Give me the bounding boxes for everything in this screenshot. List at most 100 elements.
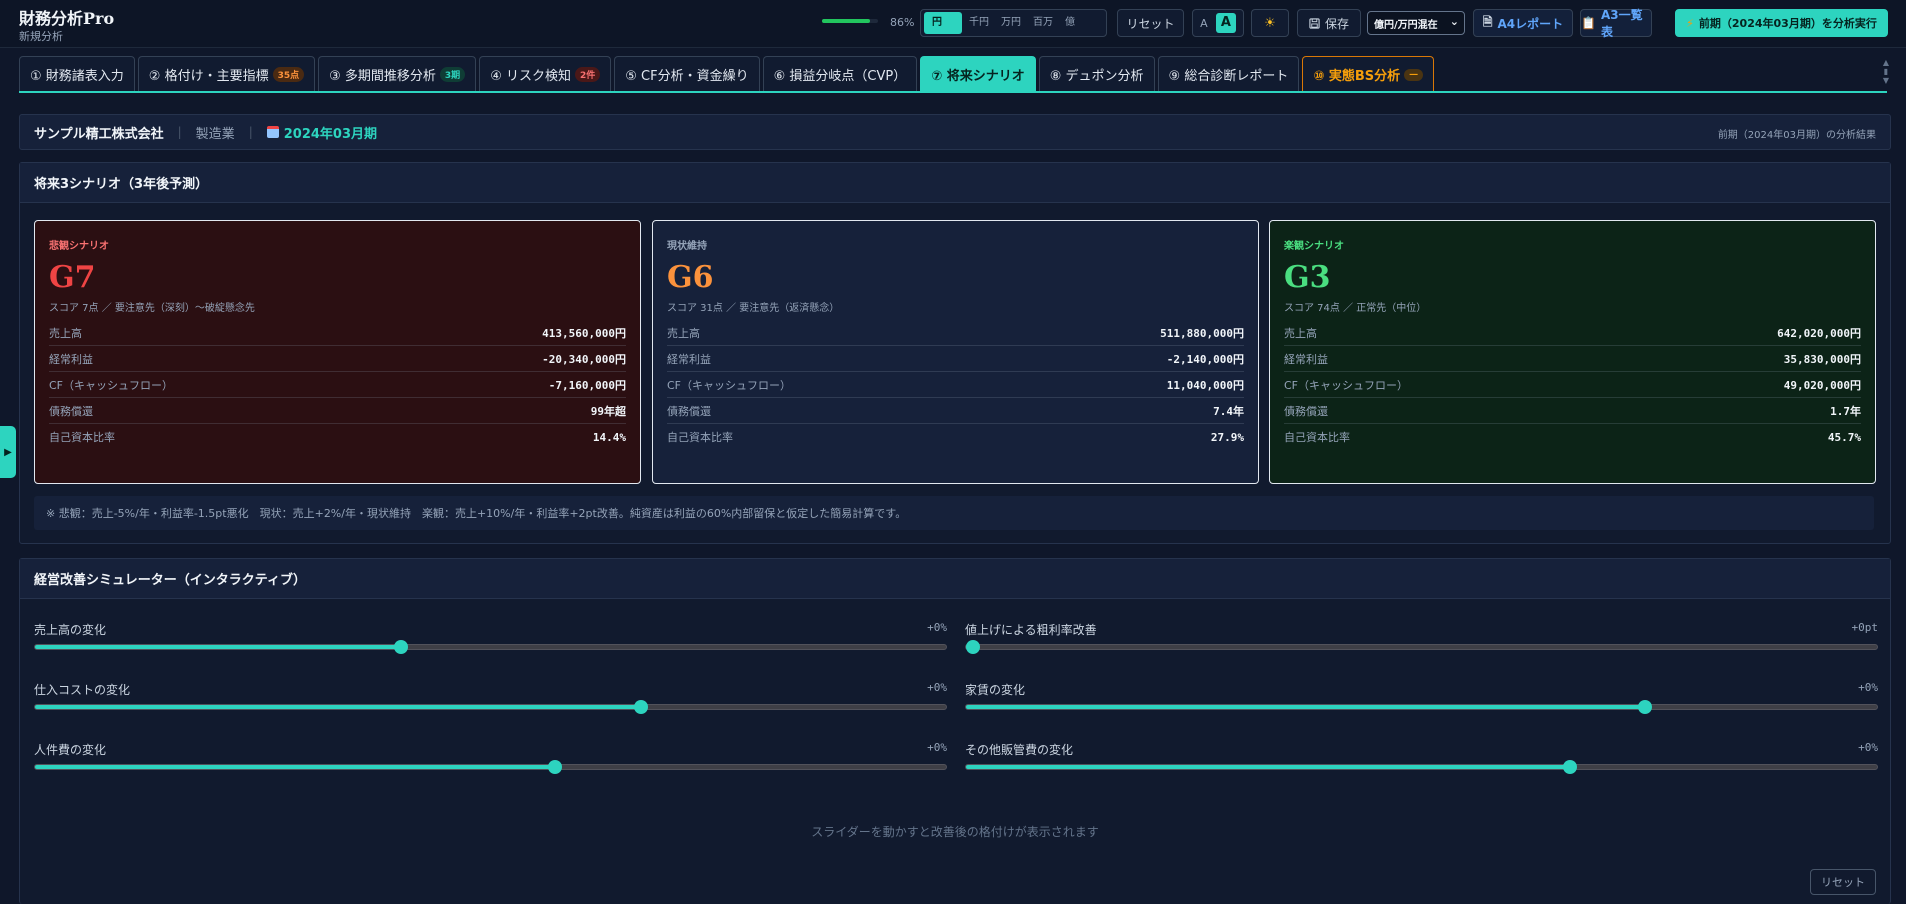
slider-thumb[interactable] bbox=[633, 700, 648, 714]
scenario-score: スコア 7点 ／ 要注意先（深刻）〜破綻懸念先 bbox=[49, 303, 255, 314]
metric-value: 49,020,000円 bbox=[1783, 378, 1861, 392]
scenario-grade: G3 bbox=[1284, 260, 1331, 295]
slider-track[interactable] bbox=[34, 760, 947, 774]
slider-track[interactable] bbox=[34, 640, 947, 654]
save-label: 保存 bbox=[1324, 16, 1349, 31]
unit-button-yen[interactable]: 円 bbox=[924, 12, 962, 34]
slider-label: 値上げによる粗利率改善 bbox=[965, 623, 1097, 637]
slider-thumb[interactable] bbox=[1637, 700, 1652, 714]
slider-thumb[interactable] bbox=[1562, 760, 1577, 774]
metric-value: -7,160,000円 bbox=[548, 378, 626, 392]
save-button[interactable]: 保存 bbox=[1297, 9, 1361, 37]
fiscal-period: 2024年03月期 bbox=[266, 123, 378, 142]
fiscal-period-label: 2024年03月期 bbox=[283, 126, 378, 142]
metric-value: 11,040,000円 bbox=[1166, 378, 1244, 392]
slider-fill bbox=[35, 705, 641, 709]
unit-button-ten-thousand[interactable]: 万円 bbox=[996, 12, 1026, 34]
theme-toggle-button[interactable]: ☀ bbox=[1251, 9, 1289, 37]
scenario-score: スコア 31点 ／ 要注意先（返済懸念） bbox=[667, 303, 840, 314]
font-size-toggle: A A bbox=[1192, 9, 1244, 37]
calendar-icon bbox=[266, 126, 279, 138]
slider-track[interactable] bbox=[965, 760, 1878, 774]
slider-track[interactable] bbox=[965, 700, 1878, 714]
tab-dupont[interactable]: ⑧ デュポン分析 bbox=[1038, 56, 1155, 92]
tab-scroll-handle[interactable]: ▲ ▮ ▼ bbox=[1882, 58, 1890, 86]
slider-track[interactable] bbox=[34, 700, 947, 714]
slider-thumb[interactable] bbox=[394, 640, 409, 654]
a3-table-button[interactable]: 📋 A3一覧表 bbox=[1580, 8, 1652, 39]
scenario-card-optimistic: 楽観シナリオ G3 スコア 74点 ／ 正常先（中位） 売上高 642,020,0… bbox=[1269, 220, 1876, 484]
metric-value: 642,020,000円 bbox=[1777, 326, 1861, 340]
metric-label: 売上高 bbox=[49, 326, 82, 340]
tab-label: ④ リスク検知 bbox=[490, 69, 571, 84]
slider-value: +0% bbox=[927, 741, 947, 754]
sidebar-toggle-button[interactable]: ▶ bbox=[0, 426, 16, 478]
tab-label: ② 格付け・主要指標 bbox=[148, 69, 269, 84]
divider: | bbox=[248, 125, 253, 139]
tab-breakeven[interactable]: ⑥ 損益分岐点（CVP） bbox=[762, 56, 918, 92]
company-bar: サンプル精工株式会社 | 製造業 | 2024年03月期 前期（2024年03月… bbox=[19, 114, 1891, 150]
unit-select-value: 億円/万円混在 bbox=[1374, 19, 1438, 31]
tab-risk[interactable]: ④ リスク検知 2件 bbox=[479, 56, 612, 92]
tab-financial-input[interactable]: ① 財務諸表入力 bbox=[19, 56, 135, 92]
tab-future-scenario[interactable]: ⑦ 将来シナリオ bbox=[920, 56, 1036, 92]
metric-row: CF（キャッシュフロー） 11,040,000円 bbox=[667, 372, 1244, 398]
scenario-score: スコア 74点 ／ 正常先（中位） bbox=[1284, 303, 1427, 314]
slider-label: その他販管費の変化 bbox=[965, 743, 1074, 757]
slider-thumb[interactable] bbox=[966, 640, 980, 654]
metric-value: 7.4年 bbox=[1213, 404, 1244, 418]
slider-purchase-cost: 仕入コストの変化 +0% bbox=[34, 681, 947, 721]
metric-row: 売上高 413,560,000円 bbox=[49, 320, 626, 346]
progress-text: 86% bbox=[890, 16, 915, 29]
slider-track[interactable] bbox=[965, 640, 1878, 654]
play-icon: ▶ bbox=[4, 446, 12, 458]
metric-row: 売上高 642,020,000円 bbox=[1284, 320, 1861, 346]
tab-label: ① 財務諸表入力 bbox=[30, 69, 124, 84]
font-small-button[interactable]: A bbox=[1200, 17, 1208, 30]
metric-value: 1.7年 bbox=[1830, 404, 1861, 418]
run-analysis-button[interactable]: ⚡ 前期（2024年03月期）を分析実行 bbox=[1675, 9, 1888, 37]
scenario-label: 楽観シナリオ bbox=[1284, 241, 1344, 252]
metric-row: 自己資本比率 14.4% bbox=[49, 424, 626, 450]
metric-row: 売上高 511,880,000円 bbox=[667, 320, 1244, 346]
a4-report-button[interactable]: 🗎 A4レポート bbox=[1473, 9, 1573, 37]
unit-display-select[interactable]: 億円/万円混在 ⌄ bbox=[1367, 11, 1465, 35]
unit-button-million[interactable]: 百万 bbox=[1028, 12, 1058, 34]
metric-row: CF（キャッシュフロー） 49,020,000円 bbox=[1284, 372, 1861, 398]
metric-row: 経常利益 -20,340,000円 bbox=[49, 346, 626, 372]
tab-bar: ① 財務諸表入力 ② 格付け・主要指標 35点 ③ 多期間推移分析 3期 ④ リスク… bbox=[19, 56, 1435, 92]
panel-title: 将来3シナリオ（3年後予測） bbox=[20, 163, 1890, 203]
tab-label: ⑤ CF分析・資金繰り bbox=[625, 69, 749, 84]
tab-label: ⑧ デュポン分析 bbox=[1049, 69, 1144, 84]
metric-label: 売上高 bbox=[1284, 326, 1317, 340]
slider-rent: 家賃の変化 +0% bbox=[965, 681, 1878, 721]
scenario-card-pessimistic: 悲観シナリオ G7 スコア 7点 ／ 要注意先（深刻）〜破綻懸念先 売上高 413… bbox=[34, 220, 641, 484]
simulator-reset-button[interactable]: リセット bbox=[1810, 869, 1876, 895]
reset-button[interactable]: リセット bbox=[1117, 9, 1184, 37]
font-large-button[interactable]: A bbox=[1215, 13, 1236, 33]
tab-diagnosis-report[interactable]: ⑨ 総合診断レポート bbox=[1157, 56, 1300, 92]
simulator-hint: スライダーを動かすと改善後の格付けが表示されます bbox=[811, 825, 1099, 839]
tab-badge: — bbox=[1404, 68, 1424, 81]
metric-label: 経常利益 bbox=[667, 352, 711, 366]
unit-button-hundred-million[interactable]: 億 bbox=[1060, 12, 1080, 34]
slider-fill bbox=[966, 765, 1570, 769]
metric-value: -20,340,000円 bbox=[542, 352, 626, 366]
scenario-assumption-note: ※ 悲観：売上-5%/年・利益率-1.5pt悪化 現状：売上+2%/年・現状維持… bbox=[34, 496, 1874, 530]
metric-value: 14.4% bbox=[592, 430, 626, 444]
app-subtitle: 新規分析 bbox=[19, 30, 63, 43]
industry: 製造業 bbox=[195, 126, 235, 142]
tab-cashflow[interactable]: ⑤ CF分析・資金繰り bbox=[614, 56, 760, 92]
slider-thumb[interactable] bbox=[548, 760, 563, 774]
metric-row: 経常利益 -2,140,000円 bbox=[667, 346, 1244, 372]
progress-bar bbox=[822, 19, 878, 23]
tab-rating[interactable]: ② 格付け・主要指標 35点 bbox=[137, 56, 316, 92]
slider-label: 家賃の変化 bbox=[965, 683, 1026, 697]
future-scenario-panel: 将来3シナリオ（3年後予測） 悲観シナリオ G7 スコア 7点 ／ 要注意先（深… bbox=[19, 162, 1891, 544]
tab-actual-bs[interactable]: ⑩ 実態BS分析 — bbox=[1302, 56, 1435, 92]
metric-label: 売上高 bbox=[667, 326, 700, 340]
slider-fill bbox=[35, 765, 556, 769]
metric-value: 511,880,000円 bbox=[1160, 326, 1244, 340]
tab-multi-period[interactable]: ③ 多期間推移分析 3期 bbox=[318, 56, 477, 92]
unit-button-thousand[interactable]: 千円 bbox=[964, 12, 994, 34]
